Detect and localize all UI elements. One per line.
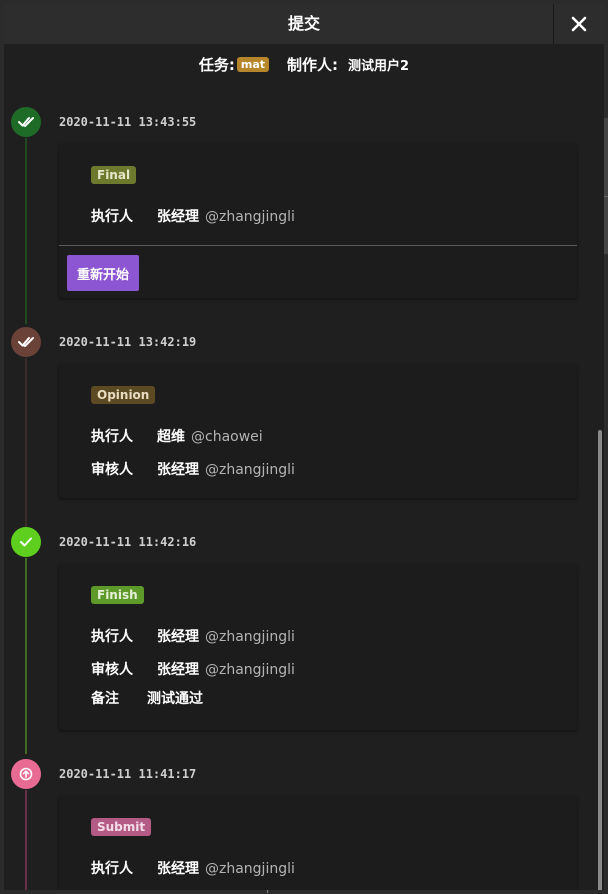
maker-value: 测试用户2 (348, 58, 410, 74)
task-meta: 任务: mat 制作人: 测试用户2 (4, 44, 604, 84)
note-value: 测试通过 (147, 691, 203, 707)
timeline-node-submit (11, 759, 41, 789)
event-card: Submit 执行人 张经理 @zhangjingli (59, 796, 577, 890)
task-label: 任务: (198, 55, 235, 74)
event-timestamp: 2020-11-11 11:41:17 (59, 767, 197, 781)
executor-name: 张经理 (157, 209, 199, 225)
card-divider (59, 245, 577, 246)
executor-name: 张经理 (157, 629, 199, 645)
check-icon (20, 537, 32, 547)
restart-button[interactable]: 重新开始 (67, 255, 139, 291)
timeline-connector (25, 358, 27, 554)
reviewer-label: 审核人 (91, 462, 133, 478)
note-row: 备注 测试通过 (91, 688, 203, 708)
timeline-connector (25, 558, 27, 754)
double-check-icon (18, 337, 34, 347)
reviewer-handle: @zhangjingli (205, 462, 295, 478)
executor-handle: @zhangjingli (205, 861, 295, 877)
close-icon (571, 16, 587, 32)
note-label: 备注 (91, 691, 119, 707)
submit-dialog: 提交 任务: mat 制作人: 测试用户2 2020-11-11 13:43:5… (4, 4, 604, 890)
scrollbar-thumb[interactable] (598, 430, 602, 890)
status-badge: Final (91, 166, 137, 184)
timeline-node-opinion (11, 327, 41, 357)
executor-row: 执行人 超维 @chaowei (91, 426, 263, 446)
upload-arrow-icon (19, 767, 33, 781)
executor-name: 张经理 (157, 861, 199, 877)
event-card: Opinion 执行人 超维 @chaowei 审核人 张经理 @zhangjingli (59, 364, 577, 498)
executor-row: 执行人 张经理 @zhangjingli (91, 206, 295, 226)
timeline-node-finish (11, 527, 41, 557)
executor-handle: @zhangjingli (205, 629, 295, 645)
reviewer-label: 审核人 (91, 662, 133, 678)
reviewer-row: 审核人 张经理 @zhangjingli (91, 459, 295, 479)
event-card: Final 执行人 张经理 @zhangjingli 重新开始 (59, 144, 577, 298)
task-tag: mat (236, 56, 270, 72)
executor-label: 执行人 (91, 429, 133, 445)
close-button[interactable] (553, 4, 604, 44)
status-badge: Opinion (91, 386, 156, 404)
event-timestamp: 2020-11-11 13:43:55 (59, 115, 197, 129)
executor-row: 执行人 张经理 @zhangjingli (91, 626, 295, 646)
executor-label: 执行人 (91, 861, 133, 877)
maker-label: 制作人: (287, 55, 339, 74)
timeline-connector (25, 138, 27, 324)
executor-handle: @zhangjingli (205, 209, 295, 225)
executor-label: 执行人 (91, 209, 133, 225)
dialog-title: 提交 (287, 14, 320, 33)
dialog-header: 提交 (4, 4, 604, 44)
event-timestamp: 2020-11-11 13:42:19 (59, 335, 197, 349)
timeline-node-final (11, 107, 41, 137)
status-badge: Finish (91, 586, 144, 604)
reviewer-row: 审核人 张经理 @zhangjingli (91, 659, 295, 679)
reviewer-name: 张经理 (157, 662, 199, 678)
reviewer-handle: @zhangjingli (205, 662, 295, 678)
reviewer-name: 张经理 (157, 462, 199, 478)
double-check-icon (18, 117, 34, 127)
executor-row: 执行人 张经理 @zhangjingli (91, 858, 295, 878)
timeline-connector (25, 790, 27, 890)
event-timestamp: 2020-11-11 11:42:16 (59, 535, 197, 549)
event-card: Finish 执行人 张经理 @zhangjingli 审核人 张经理 @zhangji… (59, 564, 577, 730)
dialog-scrollbar[interactable] (598, 44, 604, 890)
executor-handle: @chaowei (191, 429, 263, 445)
executor-label: 执行人 (91, 629, 133, 645)
status-badge: Submit (91, 818, 152, 836)
executor-name: 超维 (157, 429, 185, 445)
